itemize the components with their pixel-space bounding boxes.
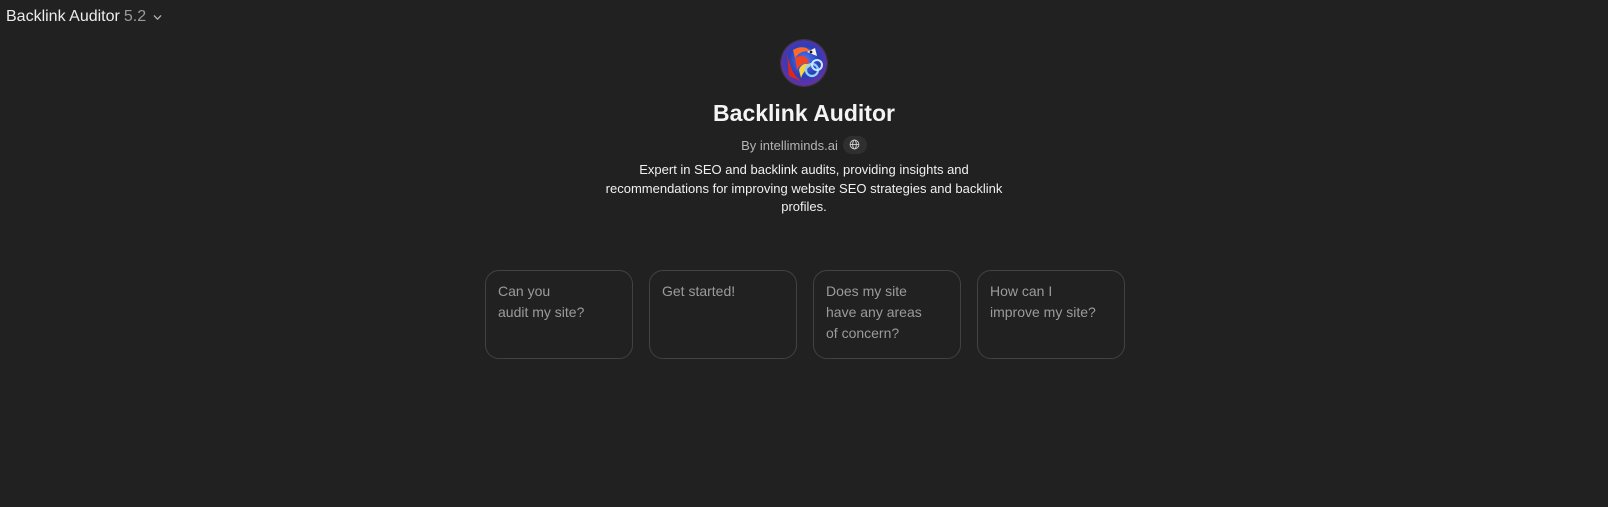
globe-icon bbox=[849, 138, 860, 153]
starter-card-improve[interactable]: How can I improve my site? bbox=[977, 270, 1125, 359]
gpt-landing-page: Backlink Auditor 5.2 Backlink Auditor By… bbox=[0, 0, 1608, 507]
conversation-starters: Can you audit my site? Get started! Does… bbox=[485, 270, 1125, 359]
gpt-intro: Backlink Auditor By intelliminds.ai Expe… bbox=[0, 40, 1608, 217]
chevron-down-icon bbox=[152, 12, 163, 23]
starter-line: of concern? bbox=[826, 325, 900, 341]
starter-line: audit my site? bbox=[498, 304, 585, 320]
starter-line: improve my site? bbox=[990, 304, 1096, 320]
model-version: 5.2 bbox=[123, 8, 147, 25]
starter-line: Get started! bbox=[662, 283, 736, 299]
model-switcher-button[interactable]: Backlink Auditor 5.2 bbox=[6, 6, 163, 28]
gpt-title: Backlink Auditor bbox=[713, 100, 895, 126]
starter-card-concerns[interactable]: Does my site have any areas of concern? bbox=[813, 270, 961, 359]
starter-line: have any areas bbox=[826, 304, 922, 320]
starter-line: Can you bbox=[498, 283, 551, 299]
website-button[interactable] bbox=[842, 136, 867, 154]
starter-line: Does my site bbox=[826, 283, 907, 299]
starter-line: How can I bbox=[990, 283, 1053, 299]
gpt-description: Expert in SEO and backlink audits, provi… bbox=[605, 162, 1003, 214]
gpt-byline: By intelliminds.ai bbox=[741, 135, 867, 155]
starter-card-get-started[interactable]: Get started! bbox=[649, 270, 797, 359]
gpt-avatar bbox=[781, 40, 827, 86]
model-name: Backlink Auditor bbox=[6, 8, 120, 25]
starter-card-audit[interactable]: Can you audit my site? bbox=[485, 270, 633, 359]
author-link: By intelliminds.ai bbox=[741, 137, 838, 153]
